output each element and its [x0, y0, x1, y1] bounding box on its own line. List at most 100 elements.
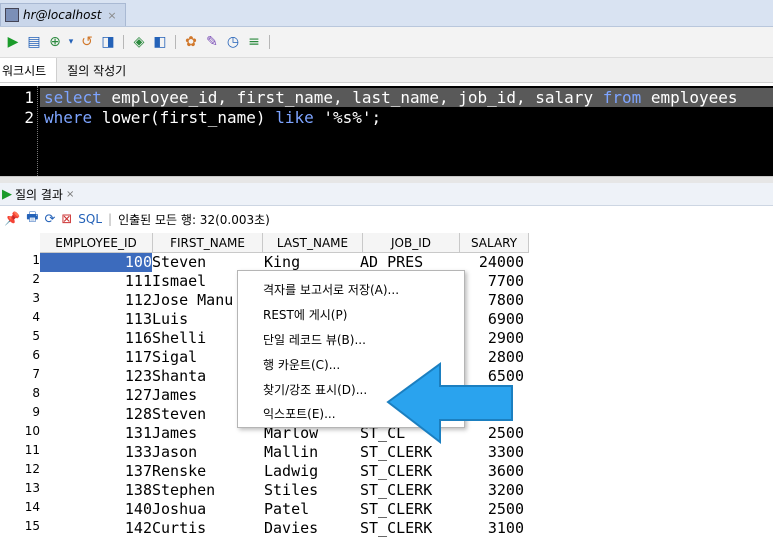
employee-id-cell[interactable]: 111	[40, 272, 152, 291]
row-number: 12	[24, 462, 40, 476]
salary-cell[interactable]: 2500	[456, 500, 524, 519]
column-header[interactable]: FIRST_NAME	[153, 233, 263, 253]
pin-icon[interactable]: 📌	[4, 212, 20, 227]
clear-icon[interactable]: ✎	[203, 33, 221, 51]
unshared-sql-icon[interactable]: ✿	[182, 33, 200, 51]
salary-cell[interactable]: 7800	[456, 291, 524, 310]
column-header[interactable]: EMPLOYEE_ID	[40, 233, 153, 253]
format-icon[interactable]: ≡	[245, 33, 263, 51]
employee-id-cell[interactable]: 131	[40, 424, 152, 443]
salary-cell[interactable]: 6900	[456, 310, 524, 329]
sql-keyword: where	[44, 108, 93, 127]
row-number: 10	[24, 424, 40, 438]
last-name-cell[interactable]: Stiles	[261, 481, 360, 500]
column-header[interactable]: LAST_NAME	[263, 233, 363, 253]
row-number: 9	[32, 405, 40, 419]
toolbar-separator	[123, 35, 124, 49]
close-icon[interactable]: ×	[66, 189, 74, 200]
worksheet-subtabs: 워크시트 질의 작성기	[0, 58, 773, 83]
row-number: 15	[24, 519, 40, 533]
history-icon[interactable]: ◷	[224, 33, 242, 51]
tab-query-builder[interactable]: 질의 작성기	[57, 58, 136, 82]
sql-button[interactable]: SQL	[78, 212, 102, 226]
menu-item-find-highlight[interactable]: 찾기/강조 표시(D)...	[263, 381, 367, 398]
last-name-cell[interactable]: Patel	[261, 500, 360, 519]
employee-id-cell[interactable]: 112	[40, 291, 152, 310]
first-name-cell[interactable]: Joshua	[152, 500, 261, 519]
row-number: 11	[24, 443, 40, 457]
first-name-cell[interactable]: Stephen	[152, 481, 261, 500]
sql-editor[interactable]: 1 2 select employee_id, first_name, last…	[0, 86, 773, 176]
line-number: 1	[24, 88, 34, 107]
employee-id-cell[interactable]: 117	[40, 348, 152, 367]
table-row[interactable]: 15 142 Curtis Davies ST_CLERK 3100	[0, 519, 524, 538]
sql-keyword: from	[602, 88, 642, 107]
first-name-cell[interactable]: Renske	[152, 462, 261, 481]
close-icon[interactable]: ×	[107, 9, 116, 22]
employee-id-cell[interactable]: 133	[40, 443, 152, 462]
results-toolbar: 📌 🖶 ⟳ ⊠ SQL | 인출된 모든 행: 32(0.003초)	[0, 206, 773, 232]
column-header[interactable]: SALARY	[460, 233, 529, 253]
job-id-cell[interactable]: ST_CLERK	[360, 500, 456, 519]
rollback-icon[interactable]: ↺	[78, 33, 96, 51]
employee-id-cell[interactable]: 123	[40, 367, 152, 386]
grid-header: EMPLOYEE_ID FIRST_NAME LAST_NAME JOB_ID …	[40, 233, 529, 253]
employee-id-cell[interactable]: 100	[40, 253, 152, 272]
job-id-cell[interactable]: ST_CLERK	[360, 481, 456, 500]
salary-cell[interactable]: 3600	[456, 462, 524, 481]
salary-cell[interactable]: 7700	[456, 272, 524, 291]
run-statement-icon[interactable]: ▶	[4, 33, 22, 51]
sql-keyword: select	[44, 88, 102, 107]
table-row[interactable]: 14 140 Joshua Patel ST_CLERK 2500	[0, 500, 524, 519]
job-id-cell[interactable]: ST_CLERK	[360, 519, 456, 538]
row-number: 2	[32, 272, 40, 286]
tab-query-result[interactable]: ▶ 질의 결과 ×	[0, 186, 74, 203]
autotrace-icon[interactable]: ◈	[130, 33, 148, 51]
employee-id-cell[interactable]: 140	[40, 500, 152, 519]
column-header[interactable]: JOB_ID	[363, 233, 460, 253]
row-number: 1	[32, 253, 40, 267]
print-icon[interactable]: 🖶	[26, 208, 38, 230]
pane-splitter[interactable]	[0, 176, 773, 183]
sql-text: employees	[641, 88, 738, 107]
salary-cell[interactable]: 3100	[456, 519, 524, 538]
first-name-cell[interactable]: Jason	[152, 443, 261, 462]
line-number: 2	[24, 108, 34, 127]
refresh-icon[interactable]: ⟳	[44, 212, 55, 227]
salary-cell[interactable]: 3200	[456, 481, 524, 500]
connection-tab[interactable]: hr@localhost ×	[0, 3, 126, 26]
employee-id-cell[interactable]: 113	[40, 310, 152, 329]
dropdown-chevron-icon[interactable]: ▾	[67, 33, 75, 51]
explain-plan-icon[interactable]: ◨	[99, 33, 117, 51]
employee-id-cell[interactable]: 137	[40, 462, 152, 481]
employee-id-cell[interactable]: 142	[40, 519, 152, 538]
menu-item-publish-to-rest[interactable]: REST에 게시(P)	[263, 306, 347, 323]
menu-item-save-grid-as-report[interactable]: 격자를 보고서로 저장(A)...	[263, 281, 399, 298]
job-id-cell[interactable]: ST_CLERK	[360, 462, 456, 481]
cancel-icon[interactable]: ⊠	[61, 212, 72, 227]
salary-cell[interactable]: 24000	[456, 253, 524, 272]
last-name-cell[interactable]: Davies	[261, 519, 360, 538]
commit-icon[interactable]: ⊕	[46, 33, 64, 51]
last-name-cell[interactable]: Mallin	[261, 443, 360, 462]
employee-id-cell[interactable]: 138	[40, 481, 152, 500]
row-number: 6	[32, 348, 40, 362]
employee-id-cell[interactable]: 116	[40, 329, 152, 348]
menu-item-export[interactable]: 익스포트(E)...	[263, 405, 336, 422]
employee-id-cell[interactable]: 128	[40, 405, 152, 424]
run-script-icon[interactable]: ▤	[25, 33, 43, 51]
last-name-cell[interactable]: Ladwig	[261, 462, 360, 481]
employee-id-cell[interactable]: 127	[40, 386, 152, 405]
salary-cell[interactable]: 2900	[456, 329, 524, 348]
sql-tuning-icon[interactable]: ◧	[151, 33, 169, 51]
row-number: 4	[32, 310, 40, 324]
menu-item-single-record-view[interactable]: 단일 레코드 뷰(B)...	[263, 331, 366, 348]
table-row[interactable]: 13 138 Stephen Stiles ST_CLERK 3200	[0, 481, 524, 500]
row-number: 14	[24, 500, 40, 514]
tab-worksheet[interactable]: 워크시트	[0, 58, 58, 82]
row-number: 13	[24, 481, 40, 495]
table-row[interactable]: 12 137 Renske Ladwig ST_CLERK 3600	[0, 462, 524, 481]
menu-item-count-rows[interactable]: 행 카운트(C)...	[263, 356, 340, 373]
first-name-cell[interactable]: Curtis	[152, 519, 261, 538]
sql-text: lower(first_name)	[92, 108, 276, 127]
